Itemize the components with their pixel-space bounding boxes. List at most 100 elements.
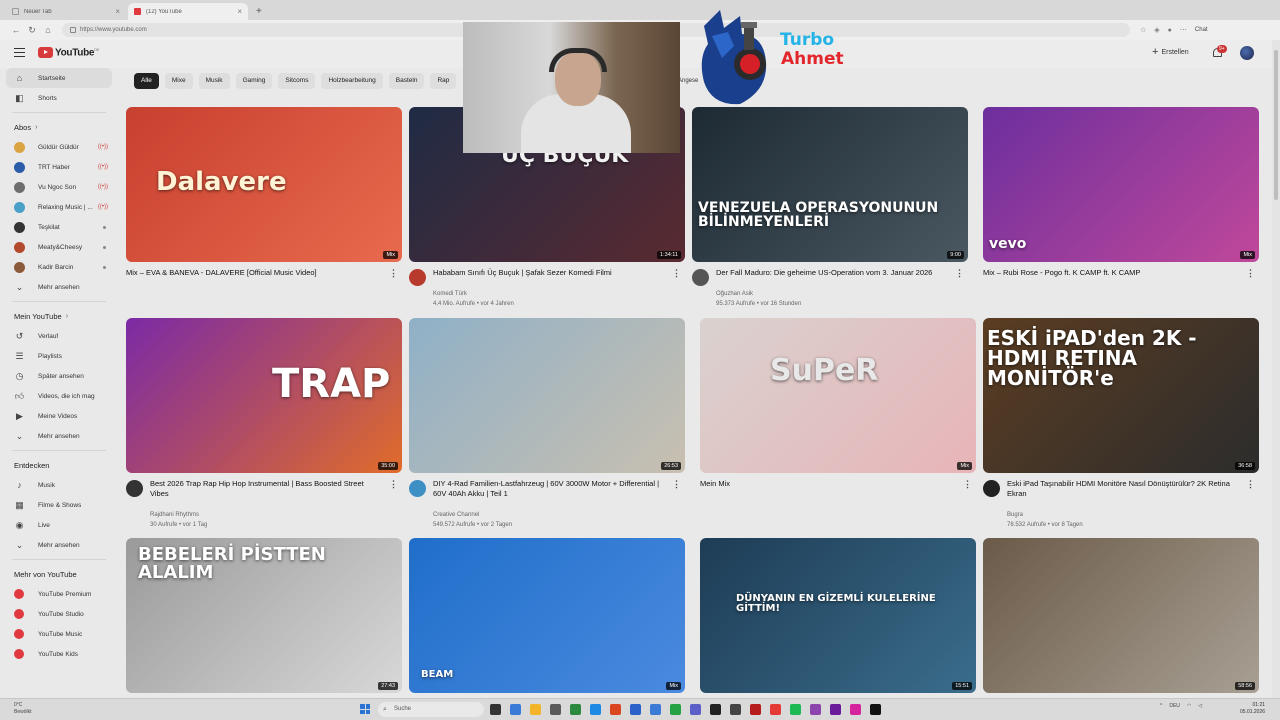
sidebar-subscription[interactable]: Kadir Barcin bbox=[0, 257, 118, 277]
sidebar-item-shorts[interactable]: ◧ Shorts bbox=[0, 88, 118, 108]
taskbar-app-icon[interactable] bbox=[530, 704, 541, 715]
taskbar-app-icon[interactable] bbox=[550, 704, 561, 715]
more-options-icon[interactable]: ⋮ bbox=[672, 479, 681, 490]
create-button[interactable]: + Erstellen bbox=[1152, 47, 1189, 58]
home-nav-icon[interactable]: ⌂ bbox=[40, 25, 56, 35]
video-thumbnail[interactable]: Dalavere Mix bbox=[126, 107, 402, 262]
sidebar-item-yt-product[interactable]: YouTube Kids bbox=[0, 644, 118, 664]
filter-chip[interactable]: Alle bbox=[134, 73, 159, 89]
start-windows-icon[interactable] bbox=[360, 704, 370, 714]
video-thumbnail[interactable]: 58:56 bbox=[983, 538, 1259, 693]
taskbar-app-icon[interactable] bbox=[510, 704, 521, 715]
channel-avatar[interactable] bbox=[409, 480, 426, 497]
taskbar-app-icon[interactable] bbox=[490, 704, 501, 715]
filter-chip[interactable]: Holzbearbeitung bbox=[321, 73, 383, 89]
sidebar-subscription[interactable]: Meaty&Cheesy bbox=[0, 237, 118, 257]
taskbar-search[interactable]: ⌕ Suche bbox=[378, 702, 484, 717]
channel-name[interactable]: Komedi Türk bbox=[433, 289, 514, 299]
menu-icon[interactable] bbox=[14, 48, 25, 57]
language-indicator[interactable]: DEU bbox=[1169, 703, 1180, 709]
more-options-icon[interactable]: ⋮ bbox=[672, 268, 681, 279]
sidebar-item-playlists[interactable]: ☰ Playlists bbox=[0, 346, 118, 366]
more-icon[interactable]: ⋯ bbox=[1180, 26, 1187, 34]
taskbar-app-icon[interactable] bbox=[650, 704, 661, 715]
wifi-icon[interactable]: ◠ bbox=[1187, 703, 1191, 709]
video-thumbnail[interactable]: SuPeR Mix bbox=[700, 318, 976, 473]
channel-avatar[interactable] bbox=[692, 269, 709, 286]
video-title[interactable]: Best 2026 Trap Rap Hip Hop Instrumental … bbox=[150, 479, 380, 499]
taskbar-app-icon[interactable] bbox=[730, 704, 741, 715]
video-thumbnail[interactable]: vevo Mix bbox=[983, 107, 1259, 262]
filter-chip[interactable]: Gaming bbox=[235, 73, 273, 89]
chevron-up-icon[interactable]: ^ bbox=[1160, 703, 1162, 709]
filter-chip[interactable]: Rap bbox=[430, 73, 457, 89]
favorites-icon[interactable]: ☆ bbox=[1140, 26, 1146, 34]
video-title[interactable]: DIY 4-Rad Familien-Lastfahrzeug | 60V 30… bbox=[433, 479, 663, 499]
video-title[interactable]: Mix – EVA & BANEVA - DALAVERE [Official … bbox=[126, 268, 356, 278]
sidebar-subscription[interactable]: Güldür Güldür ((•)) bbox=[0, 137, 118, 157]
video-thumbnail[interactable]: TRAP 35:00 bbox=[126, 318, 402, 473]
extensions-icon[interactable]: ◈ bbox=[1154, 26, 1159, 34]
taskbar-app-icon[interactable] bbox=[710, 704, 721, 715]
sidebar-item-yt-product[interactable]: YouTube Music bbox=[0, 624, 118, 644]
sidebar-subscription[interactable]: TRT Haber ((•)) bbox=[0, 157, 118, 177]
subscriptions-show-more[interactable]: ⌄ Mehr ansehen bbox=[0, 277, 118, 297]
sidebar-item-yt-product[interactable]: YouTube Studio bbox=[0, 604, 118, 624]
sidebar-item-watch-later[interactable]: ◷ Später ansehen bbox=[0, 366, 118, 386]
more-options-icon[interactable]: ⋮ bbox=[1246, 479, 1255, 490]
channel-avatar[interactable] bbox=[983, 480, 1000, 497]
sidebar-item-yt-product[interactable]: YouTube Premium bbox=[0, 584, 118, 604]
taskbar-app-icon[interactable] bbox=[830, 704, 841, 715]
video-thumbnail[interactable]: 26:53 bbox=[409, 318, 685, 473]
back-icon[interactable]: ← bbox=[8, 25, 24, 35]
sidebar-item-music[interactable]: ♪ Musik bbox=[0, 475, 118, 495]
taskbar-app-icon[interactable] bbox=[790, 704, 801, 715]
youtube-logo[interactable]: YouTubeDE bbox=[38, 47, 99, 58]
video-thumbnail[interactable]: BEBELERİ PİSTTEN ALALIM 27:43 bbox=[126, 538, 402, 693]
video-thumbnail[interactable]: BEAM Mix bbox=[409, 538, 685, 693]
sidebar-item-history[interactable]: ↺ Verlauf bbox=[0, 326, 118, 346]
reload-icon[interactable]: ↻ bbox=[24, 25, 40, 36]
weather-widget[interactable]: 0°C Bewölkt bbox=[14, 702, 32, 716]
scrollbar[interactable] bbox=[1272, 40, 1280, 698]
video-title[interactable]: Mein Mix bbox=[700, 479, 930, 489]
video-title[interactable]: Mix – Rubi Rose - Pogo ft. K CAMP ft. K … bbox=[983, 268, 1213, 278]
filter-chip[interactable]: Mixe bbox=[164, 73, 193, 89]
more-options-icon[interactable]: ⋮ bbox=[389, 479, 398, 490]
subscriptions-header[interactable]: Abos › bbox=[0, 117, 118, 137]
new-tab-button[interactable]: + bbox=[250, 3, 268, 20]
profile-icon[interactable]: ● bbox=[1168, 27, 1172, 34]
scrollbar-thumb[interactable] bbox=[1274, 50, 1278, 200]
taskbar-app-icon[interactable] bbox=[810, 704, 821, 715]
you-show-more[interactable]: ⌄ Mehr ansehen bbox=[0, 426, 118, 446]
taskbar-app-icon[interactable] bbox=[630, 704, 641, 715]
video-thumbnail[interactable]: ESKİ iPAD'den 2K - HDMI RETINA MONİTÖR'e… bbox=[983, 318, 1259, 473]
taskbar-app-icon[interactable] bbox=[770, 704, 781, 715]
more-options-icon[interactable]: ⋮ bbox=[1246, 268, 1255, 279]
more-options-icon[interactable]: ⋮ bbox=[389, 268, 398, 279]
you-header[interactable]: Mein YouTube › bbox=[0, 306, 118, 326]
video-title[interactable]: Hababam Sınıfı Üç Buçuk | Şafak Sezer Ko… bbox=[433, 268, 663, 278]
taskbar-app-icon[interactable] bbox=[610, 704, 621, 715]
taskbar-app-icon[interactable] bbox=[570, 704, 581, 715]
tab-youtube[interactable]: (12) YouTube × bbox=[128, 3, 248, 20]
close-icon[interactable]: × bbox=[237, 7, 242, 16]
taskbar-app-icon[interactable] bbox=[870, 704, 881, 715]
taskbar-app-icon[interactable] bbox=[850, 704, 861, 715]
channel-name[interactable]: Bugra bbox=[1007, 510, 1083, 520]
sidebar-subscription[interactable]: Relaxing Music | ... ((•)) bbox=[0, 197, 118, 217]
more-options-icon[interactable]: ⋮ bbox=[963, 479, 972, 490]
filter-chip[interactable]: Sitcoms bbox=[278, 73, 316, 89]
video-thumbnail[interactable]: VENEZUELA OPERASYONUNUN BİLİNMEYENLERİ 9:… bbox=[692, 107, 968, 262]
sidebar-item-film[interactable]: ▦ Filme & Shows bbox=[0, 495, 118, 515]
account-avatar[interactable] bbox=[1240, 46, 1254, 60]
chat-button[interactable]: Chat bbox=[1195, 27, 1208, 33]
video-thumbnail[interactable]: DÜNYANIN EN GİZEMLİ KULELERİNE GİTTİM! 15… bbox=[700, 538, 976, 693]
sidebar-subscription[interactable]: Teşkilat bbox=[0, 217, 118, 237]
video-title[interactable]: Der Fall Maduro: Die geheime US-Operatio… bbox=[716, 268, 946, 278]
filter-chip[interactable]: Basteln bbox=[388, 73, 425, 89]
close-icon[interactable]: × bbox=[115, 7, 120, 16]
sidebar-subscription[interactable]: Vu Ngoc Son ((•)) bbox=[0, 177, 118, 197]
volume-icon[interactable]: ◁ bbox=[1198, 703, 1202, 709]
sidebar-item-my-videos[interactable]: ▶ Meine Videos bbox=[0, 406, 118, 426]
